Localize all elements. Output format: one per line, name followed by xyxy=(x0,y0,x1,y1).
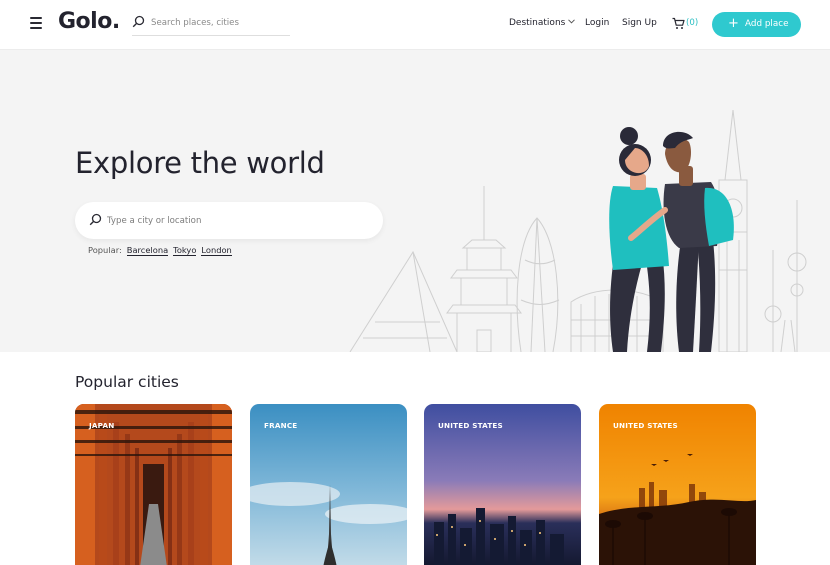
city-card-france[interactable]: FRANCE xyxy=(250,404,407,565)
popular-label: Popular: xyxy=(88,245,122,255)
city-card-united-states-1[interactable]: UNITED STATES xyxy=(424,404,581,565)
plus-icon: + xyxy=(728,16,739,31)
top-header: Golo. Destinations Login Sign Up (0) + A… xyxy=(0,0,830,50)
popular-link-london[interactable]: London xyxy=(201,245,232,256)
hero-search xyxy=(75,202,383,239)
popular-searches: Popular: Barcelona Tokyo London xyxy=(88,245,232,256)
search-icon xyxy=(89,213,102,226)
nav-destinations-label: Destinations xyxy=(509,18,566,28)
city-card-country: UNITED STATES xyxy=(438,421,503,430)
add-place-label: Add place xyxy=(745,19,789,29)
nav-login[interactable]: Login xyxy=(585,18,609,28)
header-search-input[interactable] xyxy=(151,15,287,31)
nav-signup[interactable]: Sign Up xyxy=(622,18,657,28)
hero-search-input[interactable] xyxy=(107,213,367,229)
add-place-button[interactable]: + Add place xyxy=(712,12,801,37)
search-icon xyxy=(132,15,145,28)
city-card-united-states-2[interactable]: UNITED STATES xyxy=(599,404,756,565)
cart-count: (0) xyxy=(686,18,699,28)
popular-link-tokyo[interactable]: Tokyo xyxy=(173,245,197,256)
city-card-country: FRANCE xyxy=(264,421,298,430)
city-card-country: JAPAN xyxy=(89,421,115,430)
city-card-japan[interactable]: JAPAN xyxy=(75,404,232,565)
city-cards: JAPAN FRANCE UNITED STATES UNITED STATES xyxy=(75,404,756,565)
hamburger-menu-icon[interactable] xyxy=(30,17,44,31)
chevron-down-icon xyxy=(568,19,576,24)
popular-link-barcelona[interactable]: Barcelona xyxy=(126,245,169,256)
logo[interactable]: Golo. xyxy=(58,9,120,34)
hero-title: Explore the world xyxy=(75,146,325,180)
travelers-illustration xyxy=(349,109,807,352)
header-search xyxy=(132,12,290,36)
city-card-country: UNITED STATES xyxy=(613,421,678,430)
nav-destinations[interactable]: Destinations xyxy=(509,18,576,28)
popular-cities-title: Popular cities xyxy=(75,373,179,391)
hero-section: Explore the world Popular: Barcelona Tokyo… xyxy=(0,50,830,352)
cart-icon xyxy=(672,17,685,29)
